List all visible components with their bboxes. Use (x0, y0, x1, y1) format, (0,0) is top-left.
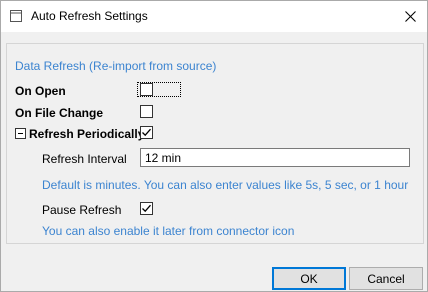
pause-hint: You can also enable it later from connec… (42, 224, 295, 238)
pause-refresh-label: Pause Refresh (42, 203, 122, 217)
focus-indicator (137, 82, 181, 97)
checkmark-icon (142, 128, 151, 137)
on-open-label: On Open (15, 84, 66, 98)
interval-hint: Default is minutes. You can also enter v… (42, 178, 409, 192)
refresh-periodically-label: Refresh Periodically (29, 127, 145, 141)
refresh-interval-input[interactable] (140, 148, 410, 167)
dialog-window: Auto Refresh Settings Data Refresh (Re-i… (0, 0, 428, 292)
collapse-toggle-icon[interactable] (15, 128, 26, 139)
app-window-icon (10, 10, 22, 22)
refresh-periodically-checkbox[interactable] (140, 126, 153, 139)
ok-button[interactable]: OK (272, 267, 346, 290)
pause-refresh-checkbox[interactable] (140, 202, 153, 215)
checkmark-icon (142, 204, 151, 213)
close-icon (404, 11, 416, 22)
on-file-change-checkbox[interactable] (140, 105, 153, 118)
on-file-change-label: On File Change (15, 106, 104, 120)
section-title: Data Refresh (Re-import from source) (15, 59, 217, 73)
title-bar[interactable]: Auto Refresh Settings (1, 1, 427, 32)
refresh-interval-label: Refresh Interval (42, 152, 127, 166)
settings-panel: Data Refresh (Re-import from source) On … (6, 43, 424, 244)
cancel-button[interactable]: Cancel (349, 267, 423, 290)
close-button[interactable] (393, 1, 427, 32)
window-title: Auto Refresh Settings (31, 9, 148, 23)
